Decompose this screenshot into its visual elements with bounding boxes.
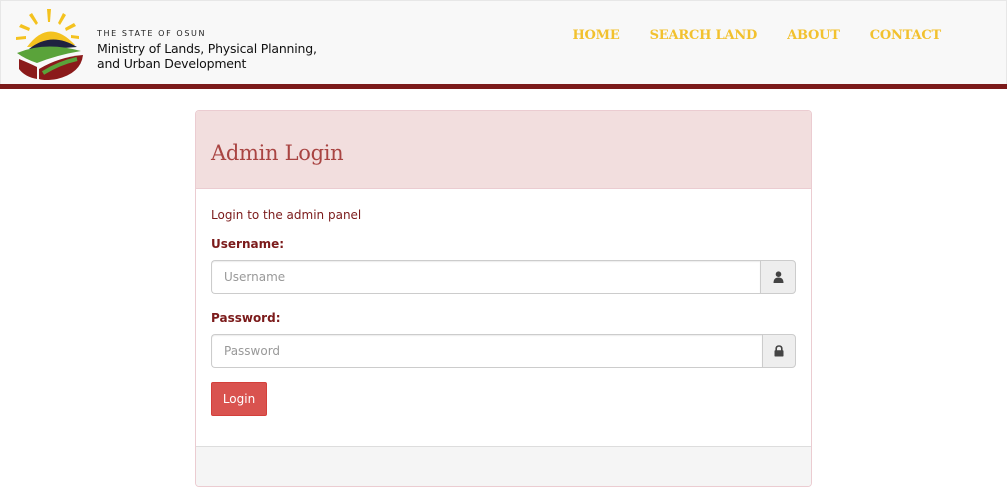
ministry-name-line-1: Ministry of Lands, Physical Planning, xyxy=(97,41,317,56)
main-nav: HOME SEARCH LAND ABOUT CONTACT xyxy=(557,28,956,43)
page-title: Admin Login xyxy=(211,141,344,165)
username-input[interactable] xyxy=(211,260,760,294)
admin-login-panel: Admin Login Login to the admin panel Use… xyxy=(195,110,812,487)
nav-link-home[interactable]: HOME xyxy=(557,28,634,43)
username-addon xyxy=(760,260,796,294)
password-addon xyxy=(762,334,796,368)
nav-link-about[interactable]: ABOUT xyxy=(772,28,855,43)
password-input[interactable] xyxy=(211,334,762,368)
login-form: Login to the admin panel Username: Passw… xyxy=(196,189,811,446)
top-navbar: THE STATE OF OSUN Ministry of Lands, Phy… xyxy=(0,0,1007,85)
username-label: Username: xyxy=(211,237,285,251)
password-input-group xyxy=(211,334,796,368)
user-icon xyxy=(773,271,783,283)
state-label: THE STATE OF OSUN xyxy=(97,29,207,38)
nav-link-search-land[interactable]: SEARCH LAND xyxy=(635,28,773,43)
ministry-name-line-2: and Urban Development xyxy=(97,56,247,71)
panel-heading: Admin Login xyxy=(196,111,811,189)
username-input-group xyxy=(211,260,796,294)
osun-sunrise-logo-icon xyxy=(16,9,83,80)
login-button[interactable]: Login xyxy=(211,382,267,416)
ministry-name: Ministry of Lands, Physical Planning, an… xyxy=(97,41,317,71)
brand-logo-link[interactable]: THE STATE OF OSUN Ministry of Lands, Phy… xyxy=(15,7,335,83)
header-accent-bar xyxy=(0,84,1007,89)
lock-icon xyxy=(774,345,784,357)
nav-link-contact[interactable]: CONTACT xyxy=(855,28,956,43)
login-intro-text: Login to the admin panel xyxy=(211,208,362,222)
password-label: Password: xyxy=(211,311,281,325)
panel-footer xyxy=(196,446,811,486)
